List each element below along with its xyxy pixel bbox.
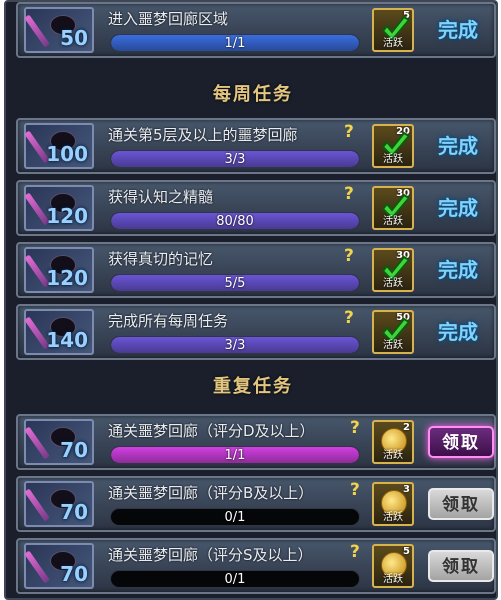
progress-bar: 3/3 xyxy=(110,150,360,168)
status-complete: 完成 xyxy=(438,134,478,158)
staff-icon xyxy=(24,550,50,584)
status-complete: 完成 xyxy=(438,320,478,344)
section-title-repeat: 重复任务 xyxy=(213,376,293,397)
task-thumbnail: 50 xyxy=(24,7,94,53)
reward-chest: 20 活跃 xyxy=(372,124,414,168)
progress-text: 5/5 xyxy=(224,276,246,291)
reward-label: 活跃 xyxy=(383,340,403,351)
task-row: 70 通关噩梦回廊（评分D及以上） ? 1/1 2 活跃 领取 xyxy=(16,414,496,470)
progress-text: 3/3 xyxy=(224,152,246,167)
task-value: 100 xyxy=(46,142,88,166)
task-value: 120 xyxy=(46,204,88,228)
help-icon[interactable]: ? xyxy=(344,246,354,266)
progress-bar: 80/80 xyxy=(110,212,360,230)
reward-label: 活跃 xyxy=(383,38,403,49)
progress-bar: 0/1 xyxy=(110,508,360,526)
progress-text: 1/1 xyxy=(224,36,246,51)
progress-bar: 1/1 xyxy=(110,446,360,464)
progress-bar: 1/1 xyxy=(110,34,360,52)
reward-label: 活跃 xyxy=(383,512,403,523)
task-title: 获得真切的记忆 xyxy=(108,250,214,268)
task-row: 50 进入噩梦回廊区域 1/1 5 活跃 完成 xyxy=(16,2,496,58)
task-value: 70 xyxy=(60,438,88,462)
task-row: 100 通关第5层及以上的噩梦回廊 ? 3/3 20 活跃 完成 xyxy=(16,118,496,174)
task-thumbnail: 120 xyxy=(24,185,94,231)
status-complete: 完成 xyxy=(438,18,478,42)
task-row: 120 获得认知之精髓 ? 80/80 30 活跃 完成 xyxy=(16,180,496,236)
reward-number: 2 xyxy=(403,422,410,433)
task-title: 获得认知之精髓 xyxy=(108,188,214,206)
staff-icon xyxy=(24,488,50,522)
task-value: 70 xyxy=(60,562,88,586)
progress-text: 1/1 xyxy=(224,448,246,463)
task-row: 140 完成所有每周任务 ? 3/3 50 活跃 完成 xyxy=(16,304,496,360)
reward-label: 活跃 xyxy=(383,278,403,289)
progress-text: 80/80 xyxy=(216,214,254,229)
task-title: 通关第5层及以上的噩梦回廊 xyxy=(108,126,298,144)
reward-number: 5 xyxy=(403,546,410,557)
task-title: 完成所有每周任务 xyxy=(108,312,229,330)
task-thumbnail: 120 xyxy=(24,247,94,293)
progress-bar: 0/1 xyxy=(110,570,360,588)
task-value: 50 xyxy=(60,26,88,50)
reward-label: 活跃 xyxy=(383,574,403,585)
reward-label: 活跃 xyxy=(383,450,403,461)
task-thumbnail: 100 xyxy=(24,123,94,169)
reward-chest: 5 活跃 xyxy=(372,8,414,52)
reward-coin: 3 活跃 xyxy=(372,482,414,526)
task-row: 120 获得真切的记忆 ? 5/5 30 活跃 完成 xyxy=(16,242,496,298)
staff-icon xyxy=(24,14,50,48)
task-row: 70 通关噩梦回廊（评分B及以上） ? 0/1 3 活跃 领取 xyxy=(16,476,496,532)
reward-coin: 2 活跃 xyxy=(372,420,414,464)
claim-button[interactable]: 领取 xyxy=(428,426,494,458)
task-title: 通关噩梦回廊（评分B及以上） xyxy=(108,484,314,502)
reward-coin: 5 活跃 xyxy=(372,544,414,588)
progress-bar: 3/3 xyxy=(110,336,360,354)
progress-text: 0/1 xyxy=(224,572,246,587)
task-title: 进入噩梦回廊区域 xyxy=(108,10,229,28)
help-icon[interactable]: ? xyxy=(344,308,354,328)
reward-chest: 30 活跃 xyxy=(372,248,414,292)
task-thumbnail: 70 xyxy=(24,543,94,589)
task-title: 通关噩梦回廊（评分S及以上） xyxy=(108,546,313,564)
help-icon[interactable]: ? xyxy=(350,418,360,438)
claim-button[interactable]: 领取 xyxy=(428,550,494,582)
help-icon[interactable]: ? xyxy=(350,542,360,562)
task-row: 70 通关噩梦回廊（评分S及以上） ? 0/1 5 活跃 领取 xyxy=(16,538,496,594)
task-value: 70 xyxy=(60,500,88,524)
status-complete: 完成 xyxy=(438,196,478,220)
progress-text: 0/1 xyxy=(224,510,246,525)
status-complete: 完成 xyxy=(438,258,478,282)
task-thumbnail: 140 xyxy=(24,309,94,355)
progress-text: 3/3 xyxy=(224,338,246,353)
reward-chest: 30 活跃 xyxy=(372,186,414,230)
progress-bar: 5/5 xyxy=(110,274,360,292)
task-thumbnail: 70 xyxy=(24,481,94,527)
task-value: 140 xyxy=(46,328,88,352)
reward-chest: 50 活跃 xyxy=(372,310,414,354)
help-icon[interactable]: ? xyxy=(344,184,354,204)
help-icon[interactable]: ? xyxy=(344,122,354,142)
task-panel: 50 进入噩梦回廊区域 1/1 5 活跃 完成 每周任务 100 通关第5层及以… xyxy=(4,0,498,600)
task-value: 120 xyxy=(46,266,88,290)
staff-icon xyxy=(24,426,50,460)
help-icon[interactable]: ? xyxy=(350,480,360,500)
reward-label: 活跃 xyxy=(383,216,403,227)
reward-number: 3 xyxy=(403,484,410,495)
task-title: 通关噩梦回廊（评分D及以上） xyxy=(108,422,315,440)
reward-label: 活跃 xyxy=(383,154,403,165)
task-thumbnail: 70 xyxy=(24,419,94,465)
claim-button[interactable]: 领取 xyxy=(428,488,494,520)
section-title-weekly: 每周任务 xyxy=(213,84,293,105)
